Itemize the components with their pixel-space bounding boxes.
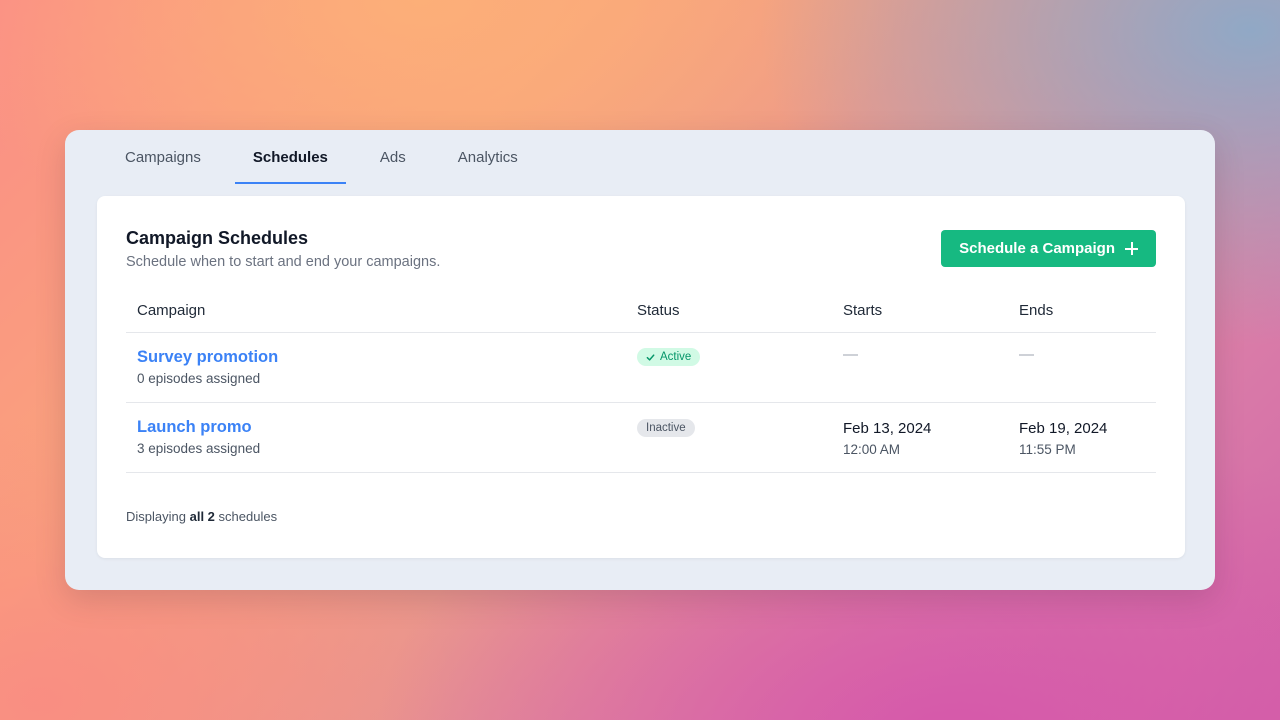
status-badge: Active [637,348,701,366]
status-text: Inactive [646,422,686,434]
ends-cell: — [1019,346,1034,363]
table-row: Launch promo 3 episodes assigned Inactiv… [126,403,1156,473]
status-text: Active [660,351,692,363]
column-header-starts: Starts [843,302,883,319]
column-header-status: Status [637,302,680,319]
tab-label: Schedules [252,148,328,166]
starts-date: Feb 13, 2024 [843,420,932,437]
episodes-count: 0 episodes assigned [137,371,261,386]
status-badge: Inactive [637,419,695,437]
ends-cell: Feb 19, 2024 11:55 PM [1019,420,1107,457]
plus-icon [1125,242,1138,255]
schedules-table: Campaign Status Starts Ends Survey promo… [126,292,1156,473]
ends-date: Feb 19, 2024 [1019,420,1108,437]
summary-prefix: Displaying [126,509,186,524]
tab-label: Analytics [457,148,518,166]
ends-time: 11:55 PM [1019,442,1076,457]
check-icon [646,353,655,361]
summary-suffix: schedules [218,509,278,524]
status-cell: Active [637,348,701,367]
episodes-count: 3 episodes assigned [137,441,261,456]
app-window: Campaigns Schedules Ads Analytics Campai… [65,130,1215,590]
tab-label: Ads [379,148,406,166]
campaign-cell: Launch promo 3 episodes assigned [137,418,260,456]
starts-cell: — [843,346,858,363]
button-label: Schedule a Campaign [959,240,1115,257]
tab-ads[interactable]: Ads [362,130,424,184]
tab-bar: Campaigns Schedules Ads Analytics [125,130,552,190]
campaign-name-link[interactable]: Launch promo [137,418,260,437]
ends-date: — [1019,346,1034,363]
page-title: Campaign Schedules [126,228,309,248]
column-header-ends: Ends [1019,302,1054,319]
campaign-name-link[interactable]: Survey promotion [137,348,278,367]
page-subtitle: Schedule when to start and end your camp… [126,254,441,270]
tab-label: Campaigns [125,148,201,166]
campaign-cell: Survey promotion 0 episodes assigned [137,348,278,386]
tab-campaigns[interactable]: Campaigns [107,130,219,184]
table-row: Survey promotion 0 episodes assigned Act… [126,333,1156,403]
tab-analytics[interactable]: Analytics [440,130,536,184]
results-summary: Displaying all 2 schedules [126,509,277,524]
column-header-campaign: Campaign [137,302,206,319]
starts-date: — [843,346,858,363]
summary-count: all 2 [189,509,215,524]
schedules-card: Campaign Schedules Schedule when to star… [97,196,1185,558]
starts-cell: Feb 13, 2024 12:00 AM [843,420,931,457]
table-header: Campaign Status Starts Ends [126,292,1156,333]
starts-time: 12:00 AM [843,442,901,457]
tab-schedules[interactable]: Schedules [234,130,346,184]
status-cell: Inactive [637,418,695,437]
schedule-campaign-button[interactable]: Schedule a Campaign [941,230,1156,267]
